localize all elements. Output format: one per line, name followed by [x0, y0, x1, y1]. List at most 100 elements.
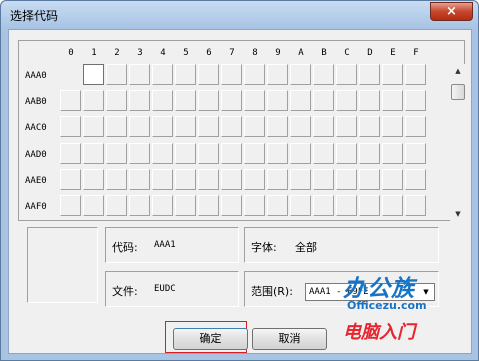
- code-cell[interactable]: [267, 116, 288, 138]
- code-cell[interactable]: [336, 195, 357, 216]
- code-cell[interactable]: [221, 64, 242, 85]
- code-cell[interactable]: [382, 142, 403, 164]
- code-cell[interactable]: [129, 168, 150, 190]
- code-cell[interactable]: [244, 90, 265, 112]
- code-cell[interactable]: [290, 195, 311, 216]
- code-cell[interactable]: [106, 116, 127, 138]
- code-cell[interactable]: [152, 195, 173, 216]
- code-cell[interactable]: [359, 116, 380, 138]
- code-cell[interactable]: [198, 142, 219, 164]
- code-cell[interactable]: [175, 195, 196, 216]
- code-cell[interactable]: [106, 90, 127, 112]
- code-cell[interactable]: [290, 142, 311, 164]
- code-cell[interactable]: [313, 195, 334, 216]
- code-cell[interactable]: [336, 116, 357, 138]
- code-cell[interactable]: [405, 195, 426, 216]
- code-cell[interactable]: [60, 168, 81, 190]
- code-cell[interactable]: [382, 168, 403, 190]
- code-cell[interactable]: [60, 90, 81, 112]
- code-cell[interactable]: [129, 142, 150, 164]
- title-bar[interactable]: 选择代码 ×: [1, 1, 478, 29]
- code-cell[interactable]: [221, 116, 242, 138]
- code-cell[interactable]: [382, 116, 403, 138]
- code-cell[interactable]: [267, 195, 288, 216]
- code-cell[interactable]: [175, 64, 196, 85]
- code-cell[interactable]: [382, 90, 403, 112]
- code-cell[interactable]: [221, 195, 242, 216]
- code-cell[interactable]: [175, 116, 196, 138]
- code-cell[interactable]: [129, 64, 150, 85]
- code-cell[interactable]: [267, 168, 288, 190]
- code-cell[interactable]: [221, 142, 242, 164]
- code-cell[interactable]: [290, 90, 311, 112]
- code-cell[interactable]: [175, 142, 196, 164]
- code-cell[interactable]: [244, 116, 265, 138]
- code-cell[interactable]: [382, 195, 403, 216]
- code-cell[interactable]: [221, 168, 242, 190]
- code-cell[interactable]: [313, 142, 334, 164]
- code-cell[interactable]: [83, 64, 104, 85]
- code-cell[interactable]: [405, 142, 426, 164]
- code-cell[interactable]: [129, 116, 150, 138]
- code-cell[interactable]: [313, 90, 334, 112]
- code-cell[interactable]: [152, 116, 173, 138]
- code-cell[interactable]: [198, 116, 219, 138]
- code-cell[interactable]: [221, 90, 242, 112]
- code-cell[interactable]: [198, 195, 219, 216]
- code-cell[interactable]: [359, 195, 380, 216]
- code-cell[interactable]: [198, 90, 219, 112]
- ok-button[interactable]: 确定: [173, 328, 248, 350]
- code-cell[interactable]: [267, 142, 288, 164]
- code-cell[interactable]: [336, 168, 357, 190]
- cancel-button[interactable]: 取消: [252, 328, 327, 350]
- code-cell[interactable]: [152, 64, 173, 85]
- code-cell[interactable]: [106, 64, 127, 85]
- code-cell[interactable]: [359, 64, 380, 85]
- code-cell[interactable]: [152, 90, 173, 112]
- code-cell[interactable]: [106, 195, 127, 216]
- code-cell[interactable]: [129, 195, 150, 216]
- code-cell[interactable]: [382, 64, 403, 85]
- code-cell[interactable]: [313, 64, 334, 85]
- code-cell[interactable]: [290, 116, 311, 138]
- code-cell[interactable]: [244, 195, 265, 216]
- code-cell[interactable]: [313, 168, 334, 190]
- vertical-scrollbar[interactable]: ▲ ▼: [450, 64, 466, 221]
- scroll-up-arrow-icon[interactable]: ▲: [450, 64, 466, 78]
- code-cell[interactable]: [83, 90, 104, 112]
- code-cell[interactable]: [175, 168, 196, 190]
- code-cell[interactable]: [60, 142, 81, 164]
- code-cell[interactable]: [336, 64, 357, 85]
- code-cell[interactable]: [152, 142, 173, 164]
- code-cell[interactable]: [106, 168, 127, 190]
- code-cell[interactable]: [359, 168, 380, 190]
- code-cell[interactable]: [336, 142, 357, 164]
- code-cell[interactable]: [152, 168, 173, 190]
- code-cell[interactable]: [290, 64, 311, 85]
- code-cell[interactable]: [359, 90, 380, 112]
- code-cell[interactable]: [83, 168, 104, 190]
- code-cell[interactable]: [267, 90, 288, 112]
- code-cell[interactable]: [244, 168, 265, 190]
- code-cell[interactable]: [60, 116, 81, 138]
- code-cell[interactable]: [198, 64, 219, 85]
- code-cell[interactable]: [405, 168, 426, 190]
- code-cell[interactable]: [60, 195, 81, 216]
- scroll-thumb[interactable]: [451, 84, 465, 100]
- code-cell[interactable]: [83, 116, 104, 138]
- code-cell[interactable]: [405, 116, 426, 138]
- code-cell[interactable]: [198, 168, 219, 190]
- close-button[interactable]: ×: [430, 2, 473, 21]
- code-cell[interactable]: [359, 142, 380, 164]
- code-cell[interactable]: [83, 142, 104, 164]
- code-cell[interactable]: [244, 142, 265, 164]
- code-cell[interactable]: [244, 64, 265, 85]
- code-cell[interactable]: [336, 90, 357, 112]
- code-cell[interactable]: [290, 168, 311, 190]
- code-cell[interactable]: [129, 90, 150, 112]
- code-cell[interactable]: [405, 90, 426, 112]
- code-cell[interactable]: [106, 142, 127, 164]
- code-cell[interactable]: [313, 116, 334, 138]
- code-cell[interactable]: [405, 64, 426, 85]
- code-cell[interactable]: [267, 64, 288, 85]
